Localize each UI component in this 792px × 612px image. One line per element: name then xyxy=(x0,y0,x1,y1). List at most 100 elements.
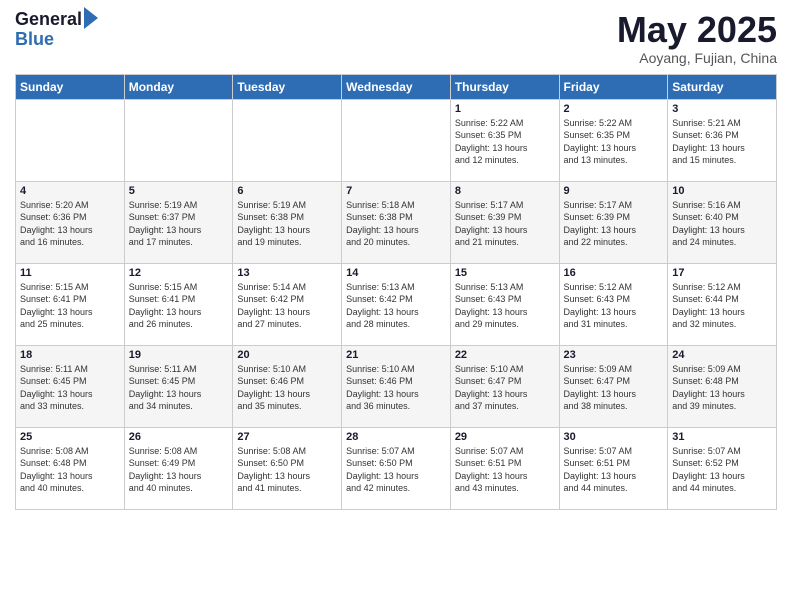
day-number: 30 xyxy=(564,431,664,443)
day-number: 16 xyxy=(564,267,664,279)
day-info: Sunrise: 5:10 AM Sunset: 6:46 PM Dayligh… xyxy=(237,363,337,413)
day-info: Sunrise: 5:07 AM Sunset: 6:51 PM Dayligh… xyxy=(455,445,555,495)
weekday-header-thursday: Thursday xyxy=(450,74,559,99)
calendar-row-0: 1Sunrise: 5:22 AM Sunset: 6:35 PM Daylig… xyxy=(16,99,777,181)
day-number: 15 xyxy=(455,267,555,279)
day-number: 2 xyxy=(564,103,664,115)
day-info: Sunrise: 5:16 AM Sunset: 6:40 PM Dayligh… xyxy=(672,199,772,249)
calendar-cell: 8 Sunrise: 5:17 AM Sunset: 6:39 PM Daylig… xyxy=(450,181,559,263)
day-info: Sunrise: 5:12 AM Sunset: 6:44 PM Dayligh… xyxy=(672,281,772,331)
calendar-cell xyxy=(342,99,451,181)
calendar-row-2: 11 Sunrise: 5:15 AM Sunset: 6:41 PM Dayli… xyxy=(16,263,777,345)
page: General Blue May 2025 Aoyang, Fujian, Ch… xyxy=(0,0,792,612)
day-number: 27 xyxy=(237,431,337,443)
calendar-cell: 29Sunrise: 5:07 AM Sunset: 6:51 PM Dayli… xyxy=(450,427,559,509)
weekday-header-row: SundayMondayTuesdayWednesdayThursdayFrid… xyxy=(16,74,777,99)
day-info: Sunrise: 5:20 AM Sunset: 6:36 PM Dayligh… xyxy=(20,199,120,249)
calendar-cell: 13Sunrise: 5:14 AM Sunset: 6:42 PM Dayli… xyxy=(233,263,342,345)
day-info: Sunrise: 5:08 AM Sunset: 6:48 PM Dayligh… xyxy=(20,445,120,495)
calendar-cell: 27 Sunrise: 5:08 AM Sunset: 6:50 PM Dayli… xyxy=(233,427,342,509)
calendar-cell: 18 Sunrise: 5:11 AM Sunset: 6:45 PM Dayli… xyxy=(16,345,125,427)
calendar-cell: 22Sunrise: 5:10 AM Sunset: 6:47 PM Dayli… xyxy=(450,345,559,427)
calendar-table: SundayMondayTuesdayWednesdayThursdayFrid… xyxy=(15,74,777,510)
day-number: 9 xyxy=(564,185,664,197)
day-number: 10 xyxy=(672,185,772,197)
calendar-cell: 2 Sunrise: 5:22 AM Sunset: 6:35 PM Daylig… xyxy=(559,99,668,181)
day-number: 12 xyxy=(129,267,229,279)
day-number: 28 xyxy=(346,431,446,443)
logo-blue: Blue xyxy=(15,30,98,50)
day-info: Sunrise: 5:13 AM Sunset: 6:43 PM Dayligh… xyxy=(455,281,555,331)
day-number: 11 xyxy=(20,267,120,279)
day-info: Sunrise: 5:22 AM Sunset: 6:35 PM Dayligh… xyxy=(455,117,555,167)
day-info: Sunrise: 5:19 AM Sunset: 6:38 PM Dayligh… xyxy=(237,199,337,249)
day-number: 17 xyxy=(672,267,772,279)
day-info: Sunrise: 5:12 AM Sunset: 6:43 PM Dayligh… xyxy=(564,281,664,331)
day-info: Sunrise: 5:19 AM Sunset: 6:37 PM Dayligh… xyxy=(129,199,229,249)
calendar-cell: 16 Sunrise: 5:12 AM Sunset: 6:43 PM Dayli… xyxy=(559,263,668,345)
day-info: Sunrise: 5:15 AM Sunset: 6:41 PM Dayligh… xyxy=(129,281,229,331)
weekday-header-saturday: Saturday xyxy=(668,74,777,99)
month-title: May 2025 xyxy=(617,10,777,50)
day-number: 25 xyxy=(20,431,120,443)
calendar-cell: 20 Sunrise: 5:10 AM Sunset: 6:46 PM Dayli… xyxy=(233,345,342,427)
day-number: 18 xyxy=(20,349,120,361)
calendar-cell: 6 Sunrise: 5:19 AM Sunset: 6:38 PM Daylig… xyxy=(233,181,342,263)
calendar-cell: 1Sunrise: 5:22 AM Sunset: 6:35 PM Daylig… xyxy=(450,99,559,181)
calendar-cell: 5 Sunrise: 5:19 AM Sunset: 6:37 PM Daylig… xyxy=(124,181,233,263)
day-info: Sunrise: 5:17 AM Sunset: 6:39 PM Dayligh… xyxy=(455,199,555,249)
day-info: Sunrise: 5:18 AM Sunset: 6:38 PM Dayligh… xyxy=(346,199,446,249)
day-info: Sunrise: 5:11 AM Sunset: 6:45 PM Dayligh… xyxy=(129,363,229,413)
day-info: Sunrise: 5:07 AM Sunset: 6:52 PM Dayligh… xyxy=(672,445,772,495)
day-number: 8 xyxy=(455,185,555,197)
calendar-cell: 17 Sunrise: 5:12 AM Sunset: 6:44 PM Dayli… xyxy=(668,263,777,345)
day-info: Sunrise: 5:07 AM Sunset: 6:51 PM Dayligh… xyxy=(564,445,664,495)
calendar-cell xyxy=(124,99,233,181)
day-info: Sunrise: 5:17 AM Sunset: 6:39 PM Dayligh… xyxy=(564,199,664,249)
day-number: 4 xyxy=(20,185,120,197)
day-info: Sunrise: 5:10 AM Sunset: 6:47 PM Dayligh… xyxy=(455,363,555,413)
calendar-cell: 23 Sunrise: 5:09 AM Sunset: 6:47 PM Dayli… xyxy=(559,345,668,427)
calendar-cell xyxy=(16,99,125,181)
calendar-cell: 26Sunrise: 5:08 AM Sunset: 6:49 PM Dayli… xyxy=(124,427,233,509)
weekday-header-tuesday: Tuesday xyxy=(233,74,342,99)
day-number: 24 xyxy=(672,349,772,361)
title-block: May 2025 Aoyang, Fujian, China xyxy=(617,10,777,66)
day-info: Sunrise: 5:21 AM Sunset: 6:36 PM Dayligh… xyxy=(672,117,772,167)
calendar-cell: 10 Sunrise: 5:16 AM Sunset: 6:40 PM Dayli… xyxy=(668,181,777,263)
day-info: Sunrise: 5:08 AM Sunset: 6:50 PM Dayligh… xyxy=(237,445,337,495)
weekday-header-sunday: Sunday xyxy=(16,74,125,99)
calendar-cell: 28 Sunrise: 5:07 AM Sunset: 6:50 PM Dayli… xyxy=(342,427,451,509)
calendar-row-3: 18 Sunrise: 5:11 AM Sunset: 6:45 PM Dayli… xyxy=(16,345,777,427)
location: Aoyang, Fujian, China xyxy=(617,50,777,66)
logo-icon xyxy=(84,7,98,29)
day-number: 6 xyxy=(237,185,337,197)
day-number: 26 xyxy=(129,431,229,443)
day-info: Sunrise: 5:09 AM Sunset: 6:48 PM Dayligh… xyxy=(672,363,772,413)
logo: General Blue xyxy=(15,10,98,50)
calendar-cell: 24 Sunrise: 5:09 AM Sunset: 6:48 PM Dayli… xyxy=(668,345,777,427)
calendar-cell: 9 Sunrise: 5:17 AM Sunset: 6:39 PM Daylig… xyxy=(559,181,668,263)
header: General Blue May 2025 Aoyang, Fujian, Ch… xyxy=(15,10,777,66)
day-info: Sunrise: 5:09 AM Sunset: 6:47 PM Dayligh… xyxy=(564,363,664,413)
calendar-cell xyxy=(233,99,342,181)
calendar-cell: 7 Sunrise: 5:18 AM Sunset: 6:38 PM Daylig… xyxy=(342,181,451,263)
calendar-cell: 12 Sunrise: 5:15 AM Sunset: 6:41 PM Dayli… xyxy=(124,263,233,345)
day-number: 3 xyxy=(672,103,772,115)
logo-text: General Blue xyxy=(15,10,98,50)
day-number: 23 xyxy=(564,349,664,361)
calendar-cell: 19Sunrise: 5:11 AM Sunset: 6:45 PM Dayli… xyxy=(124,345,233,427)
day-info: Sunrise: 5:13 AM Sunset: 6:42 PM Dayligh… xyxy=(346,281,446,331)
calendar-cell: 15 Sunrise: 5:13 AM Sunset: 6:43 PM Dayli… xyxy=(450,263,559,345)
weekday-header-friday: Friday xyxy=(559,74,668,99)
day-info: Sunrise: 5:11 AM Sunset: 6:45 PM Dayligh… xyxy=(20,363,120,413)
day-number: 20 xyxy=(237,349,337,361)
day-number: 5 xyxy=(129,185,229,197)
day-number: 7 xyxy=(346,185,446,197)
day-info: Sunrise: 5:22 AM Sunset: 6:35 PM Dayligh… xyxy=(564,117,664,167)
day-number: 21 xyxy=(346,349,446,361)
calendar-cell: 3 Sunrise: 5:21 AM Sunset: 6:36 PM Daylig… xyxy=(668,99,777,181)
day-info: Sunrise: 5:15 AM Sunset: 6:41 PM Dayligh… xyxy=(20,281,120,331)
day-info: Sunrise: 5:07 AM Sunset: 6:50 PM Dayligh… xyxy=(346,445,446,495)
calendar-cell: 31Sunrise: 5:07 AM Sunset: 6:52 PM Dayli… xyxy=(668,427,777,509)
